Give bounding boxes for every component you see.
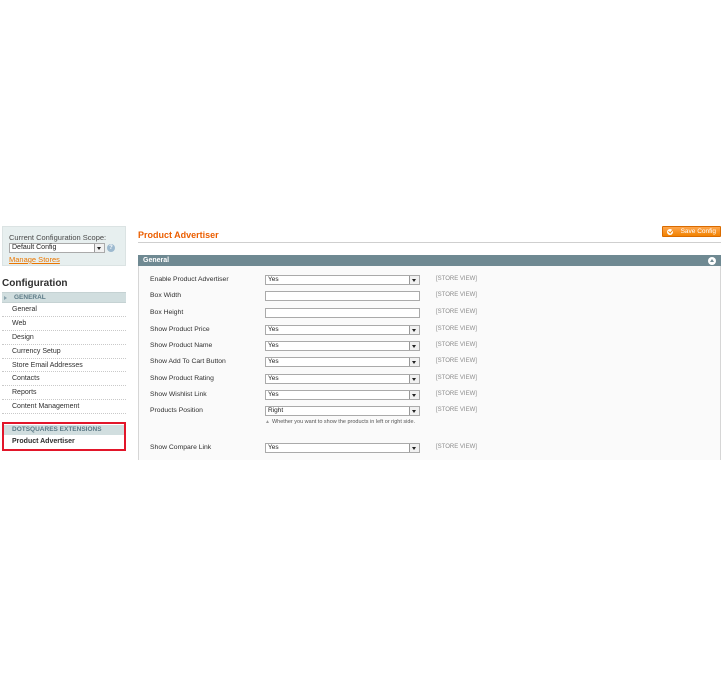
field-row-show-add-to-cart-button: Show Add To Cart Button Yes [STORE VIEW] (139, 355, 722, 371)
box-width-input[interactable] (265, 291, 420, 301)
store-view-scope: [STORE VIEW] (436, 326, 477, 332)
field-label: Products Position (150, 407, 203, 414)
store-view-scope: [STORE VIEW] (436, 407, 477, 413)
extensions-highlight-box: DOTSQUARES EXTENSIONS Product Advertiser (2, 422, 126, 451)
chevron-down-icon[interactable] (94, 244, 104, 252)
show-wishlist-link-select[interactable]: Yes (265, 390, 420, 400)
select-value: Right (268, 407, 284, 414)
products-position-select[interactable]: Right (265, 406, 420, 416)
sidebar-item-product-advertiser[interactable]: Product Advertiser (12, 438, 75, 445)
store-view-scope: [STORE VIEW] (436, 342, 477, 348)
field-row-enable-product-advertiser: Enable Product Advertiser Yes [STORE VIE… (139, 273, 722, 289)
field-row-show-compare-link: Show Compare Link Yes [STORE VIEW] (139, 441, 722, 457)
field-label: Show Add To Cart Button (150, 358, 226, 365)
store-view-scope: [STORE VIEW] (436, 292, 477, 298)
store-view-scope: [STORE VIEW] (436, 276, 477, 282)
select-value: Yes (268, 375, 279, 382)
field-label: Show Compare Link (150, 444, 212, 451)
store-view-scope: [STORE VIEW] (436, 375, 477, 381)
sidebar-item-design[interactable]: Design (2, 331, 126, 345)
sidebar-item-web[interactable]: Web (2, 317, 126, 331)
sidebar-item-contacts[interactable]: Contacts (2, 372, 126, 387)
admin-config-page: Current Configuration Scope: Default Con… (0, 226, 725, 460)
store-view-scope: [STORE VIEW] (436, 391, 477, 397)
scope-select-value: Default Config (12, 244, 57, 251)
scope-label: Current Configuration Scope: (9, 233, 107, 242)
select-value: Yes (268, 326, 279, 333)
enable-product-advertiser-select[interactable]: Yes (265, 275, 420, 285)
scope-switcher-box: Current Configuration Scope: Default Con… (2, 226, 126, 266)
store-view-scope: [STORE VIEW] (436, 444, 477, 450)
sidebar-item-currency-setup[interactable]: Currency Setup (2, 345, 126, 359)
show-add-to-cart-select[interactable]: Yes (265, 357, 420, 367)
nav-list: General Web Design Currency Setup Store … (2, 303, 126, 415)
nav-section-label: GENERAL (14, 294, 46, 301)
chevron-down-icon[interactable] (409, 444, 419, 452)
sidebar-item-reports[interactable]: Reports (2, 386, 126, 401)
show-product-price-select[interactable]: Yes (265, 325, 420, 335)
nav-section-general[interactable]: GENERAL (2, 292, 126, 303)
select-value: Yes (268, 276, 279, 283)
configuration-heading: Configuration (2, 278, 68, 289)
show-product-rating-select[interactable]: Yes (265, 374, 420, 384)
hint-text: Whether you want to show the products in… (271, 419, 416, 425)
collapse-icon[interactable] (708, 256, 716, 265)
store-view-scope: [STORE VIEW] (436, 358, 477, 364)
sidebar-item-general[interactable]: General (2, 303, 126, 317)
select-value: Yes (268, 342, 279, 349)
field-row-box-width: Box Width [STORE VIEW] (139, 289, 722, 305)
field-label: Show Product Rating (150, 375, 214, 382)
field-row-products-position: Products Position Right [STORE VIEW] (139, 404, 722, 420)
field-label: Show Wishlist Link (150, 391, 207, 398)
manage-stores-link[interactable]: Manage Stores (9, 255, 60, 264)
general-fieldset: Enable Product Advertiser Yes [STORE VIE… (138, 266, 721, 460)
field-label: Enable Product Advertiser (150, 276, 229, 283)
products-position-hint: ▲ Whether you want to show the products i… (265, 418, 425, 427)
hint-arrow-icon: ▲ (265, 419, 270, 425)
field-row-box-height: Box Height [STORE VIEW] (139, 306, 722, 322)
field-row-show-wishlist-link: Show Wishlist Link Yes [STORE VIEW] (139, 388, 722, 404)
chevron-down-icon[interactable] (409, 407, 419, 415)
show-compare-link-select[interactable]: Yes (265, 443, 420, 453)
scope-select[interactable]: Default Config (9, 243, 105, 253)
field-row-show-product-name: Show Product Name Yes [STORE VIEW] (139, 339, 722, 355)
chevron-down-icon[interactable] (409, 326, 419, 334)
save-config-label: Save Config (680, 228, 716, 235)
select-value: Yes (268, 358, 279, 365)
field-label: Show Product Name (150, 342, 213, 349)
field-row-show-product-rating: Show Product Rating Yes [STORE VIEW] (139, 372, 722, 388)
nav-section-dotsquares-extensions[interactable]: DOTSQUARES EXTENSIONS (4, 425, 124, 435)
title-divider (138, 242, 721, 243)
save-config-button[interactable]: Save Config (662, 226, 721, 237)
chevron-down-icon[interactable] (409, 358, 419, 366)
sidebar-item-content-management[interactable]: Content Management (2, 400, 126, 415)
page-title: Product Advertiser (138, 230, 219, 240)
show-product-name-select[interactable]: Yes (265, 341, 420, 351)
field-label: Box Width (150, 292, 181, 299)
sidebar-item-store-email-addresses[interactable]: Store Email Addresses (2, 359, 126, 373)
select-value: Yes (268, 391, 279, 398)
field-label: Box Height (150, 309, 184, 316)
field-label: Show Product Price (150, 326, 210, 333)
triangle-right-icon (4, 296, 7, 300)
chevron-down-icon[interactable] (409, 276, 419, 284)
section-title: General (143, 257, 170, 264)
box-height-input[interactable] (265, 308, 420, 318)
chevron-down-icon[interactable] (409, 342, 419, 350)
chevron-down-icon[interactable] (409, 375, 419, 383)
chevron-down-icon[interactable] (409, 391, 419, 399)
help-icon[interactable]: ? (107, 244, 115, 252)
field-row-show-product-price: Show Product Price Yes [STORE VIEW] (139, 323, 722, 339)
check-icon (667, 228, 673, 235)
store-view-scope: [STORE VIEW] (436, 309, 477, 315)
select-value: Yes (268, 444, 279, 451)
section-header-general[interactable]: General (138, 255, 721, 266)
